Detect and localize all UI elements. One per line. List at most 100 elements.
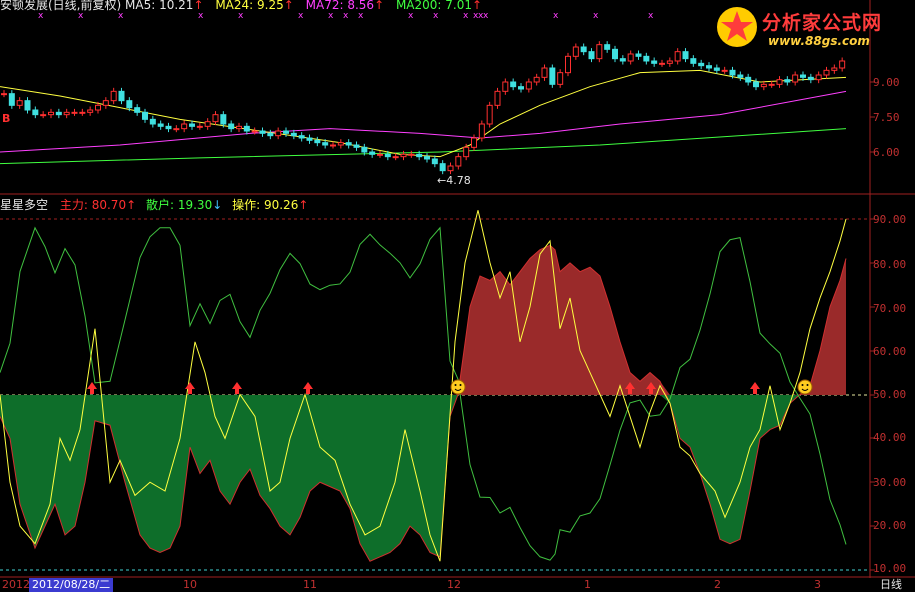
candle-body (298, 135, 305, 139)
operate-label: 操作: 90.26↑ (232, 198, 309, 212)
candle-body (173, 128, 180, 131)
candle-body (753, 81, 759, 88)
ind-y-tick: 20.00 (873, 519, 907, 532)
candle-body (478, 123, 485, 139)
buy-signal-arrow (87, 382, 97, 394)
candle-body (377, 153, 383, 156)
candle-body (541, 67, 548, 78)
ind-y-tick: 80.00 (873, 258, 907, 271)
candle-body (243, 125, 250, 132)
candle-body (283, 130, 289, 134)
candle-body (102, 100, 109, 106)
signal-x-marker: x (328, 11, 334, 21)
candle-body (572, 46, 579, 57)
candle-body (760, 83, 767, 88)
signal-x-marker: x (238, 11, 244, 21)
candle-body (737, 74, 744, 78)
candle-body (823, 69, 830, 76)
candle-body (471, 137, 477, 148)
signal-x-marker: x (358, 11, 364, 21)
ind-y-tick: 70.00 (873, 302, 907, 315)
x-month-label: 1 (584, 578, 591, 591)
candle-body (518, 86, 524, 90)
candle-body (643, 55, 650, 62)
indicator-header: 星星多空 主力: 80.70↑ 散户: 19.30↓ 操作: 90.26↑ (0, 198, 308, 212)
ind-y-tick: 10.00 (873, 562, 907, 575)
candle-body (408, 153, 415, 156)
candle-body (463, 146, 470, 158)
candle-body (455, 156, 462, 167)
smiley-icon (450, 379, 466, 395)
date-cursor-box: 2012/08/28/二 (29, 578, 114, 592)
smiley-eye (806, 384, 809, 386)
candle-body (8, 93, 15, 106)
candle-body (431, 158, 438, 165)
candle-body (776, 79, 783, 85)
x-month-label: 12 (447, 578, 461, 591)
candle-body (330, 144, 336, 147)
candle-body (588, 51, 595, 60)
ind-y-tick: 30.00 (873, 476, 907, 489)
signal-x-marker: x (463, 11, 469, 21)
candle-body (525, 81, 532, 90)
candle-body (596, 44, 603, 60)
candle-body (40, 114, 47, 117)
ind-y-tick: 90.00 (873, 213, 907, 226)
buy-marker: B (2, 112, 11, 125)
watermark-url: www.88gs.com (768, 34, 870, 48)
candle-body (666, 60, 673, 64)
candle-body (721, 69, 728, 72)
candle-body (353, 144, 360, 148)
candle-body (510, 81, 517, 88)
candle-body (682, 51, 689, 60)
candle-body (690, 58, 697, 64)
candle-body (212, 114, 219, 123)
buy-signal-arrow (750, 382, 760, 394)
ind-y-tick: 40.00 (873, 431, 907, 444)
candle-body (267, 132, 274, 137)
main-force-area-fill (0, 245, 846, 395)
ind-y-tick: 50.00 (873, 388, 907, 401)
smiley-icon (797, 379, 813, 395)
signal-x-marker: x (298, 11, 304, 21)
candle-body (494, 90, 501, 106)
candle-body (369, 151, 376, 155)
candle-body (275, 130, 282, 137)
watermark-title: 分析家公式网 (762, 12, 883, 34)
signal-x-marker: x (483, 11, 489, 21)
period-label[interactable]: 日线 (880, 578, 902, 592)
candle-body (439, 163, 446, 172)
candle-body (157, 123, 164, 127)
main-panel-header: 安顿发展(日线,前复权) MA5: 10.21↑ MA24: 9.25↑ MA7… (0, 0, 482, 12)
candle-body (24, 100, 31, 111)
candle-body (251, 130, 258, 133)
candle-body (220, 114, 227, 125)
candle-body (635, 53, 642, 57)
candle-body (55, 111, 62, 116)
buy-signal-arrow (185, 382, 195, 394)
site-watermark: 分析家公式网 www.88gs.com (712, 2, 912, 54)
ma24-line (0, 69, 847, 158)
signal-x-marker: x (343, 11, 349, 21)
candle-body (447, 165, 454, 172)
signal-x-marker: x (78, 11, 84, 21)
candle-body (792, 74, 799, 83)
candle-body (228, 123, 235, 130)
stock-chart[interactable]: xxxxxxxxxxxxxxxxxx (0, 0, 915, 592)
candle-body (196, 125, 203, 128)
candle-body (839, 60, 846, 69)
signal-x-marker: x (118, 11, 124, 21)
candle-body (604, 44, 611, 50)
candle-body (306, 137, 313, 141)
smiley-eye (459, 384, 462, 386)
candle-body (565, 55, 571, 74)
candle-body (627, 53, 634, 62)
candle-body (502, 81, 509, 92)
buy-signal-arrow (303, 382, 313, 394)
candle-body (87, 109, 94, 113)
candle-body (63, 111, 70, 116)
signal-x-marker: x (408, 11, 414, 21)
candle-body (290, 132, 297, 137)
x-month-label: 11 (303, 578, 317, 591)
candle-body (400, 153, 407, 158)
